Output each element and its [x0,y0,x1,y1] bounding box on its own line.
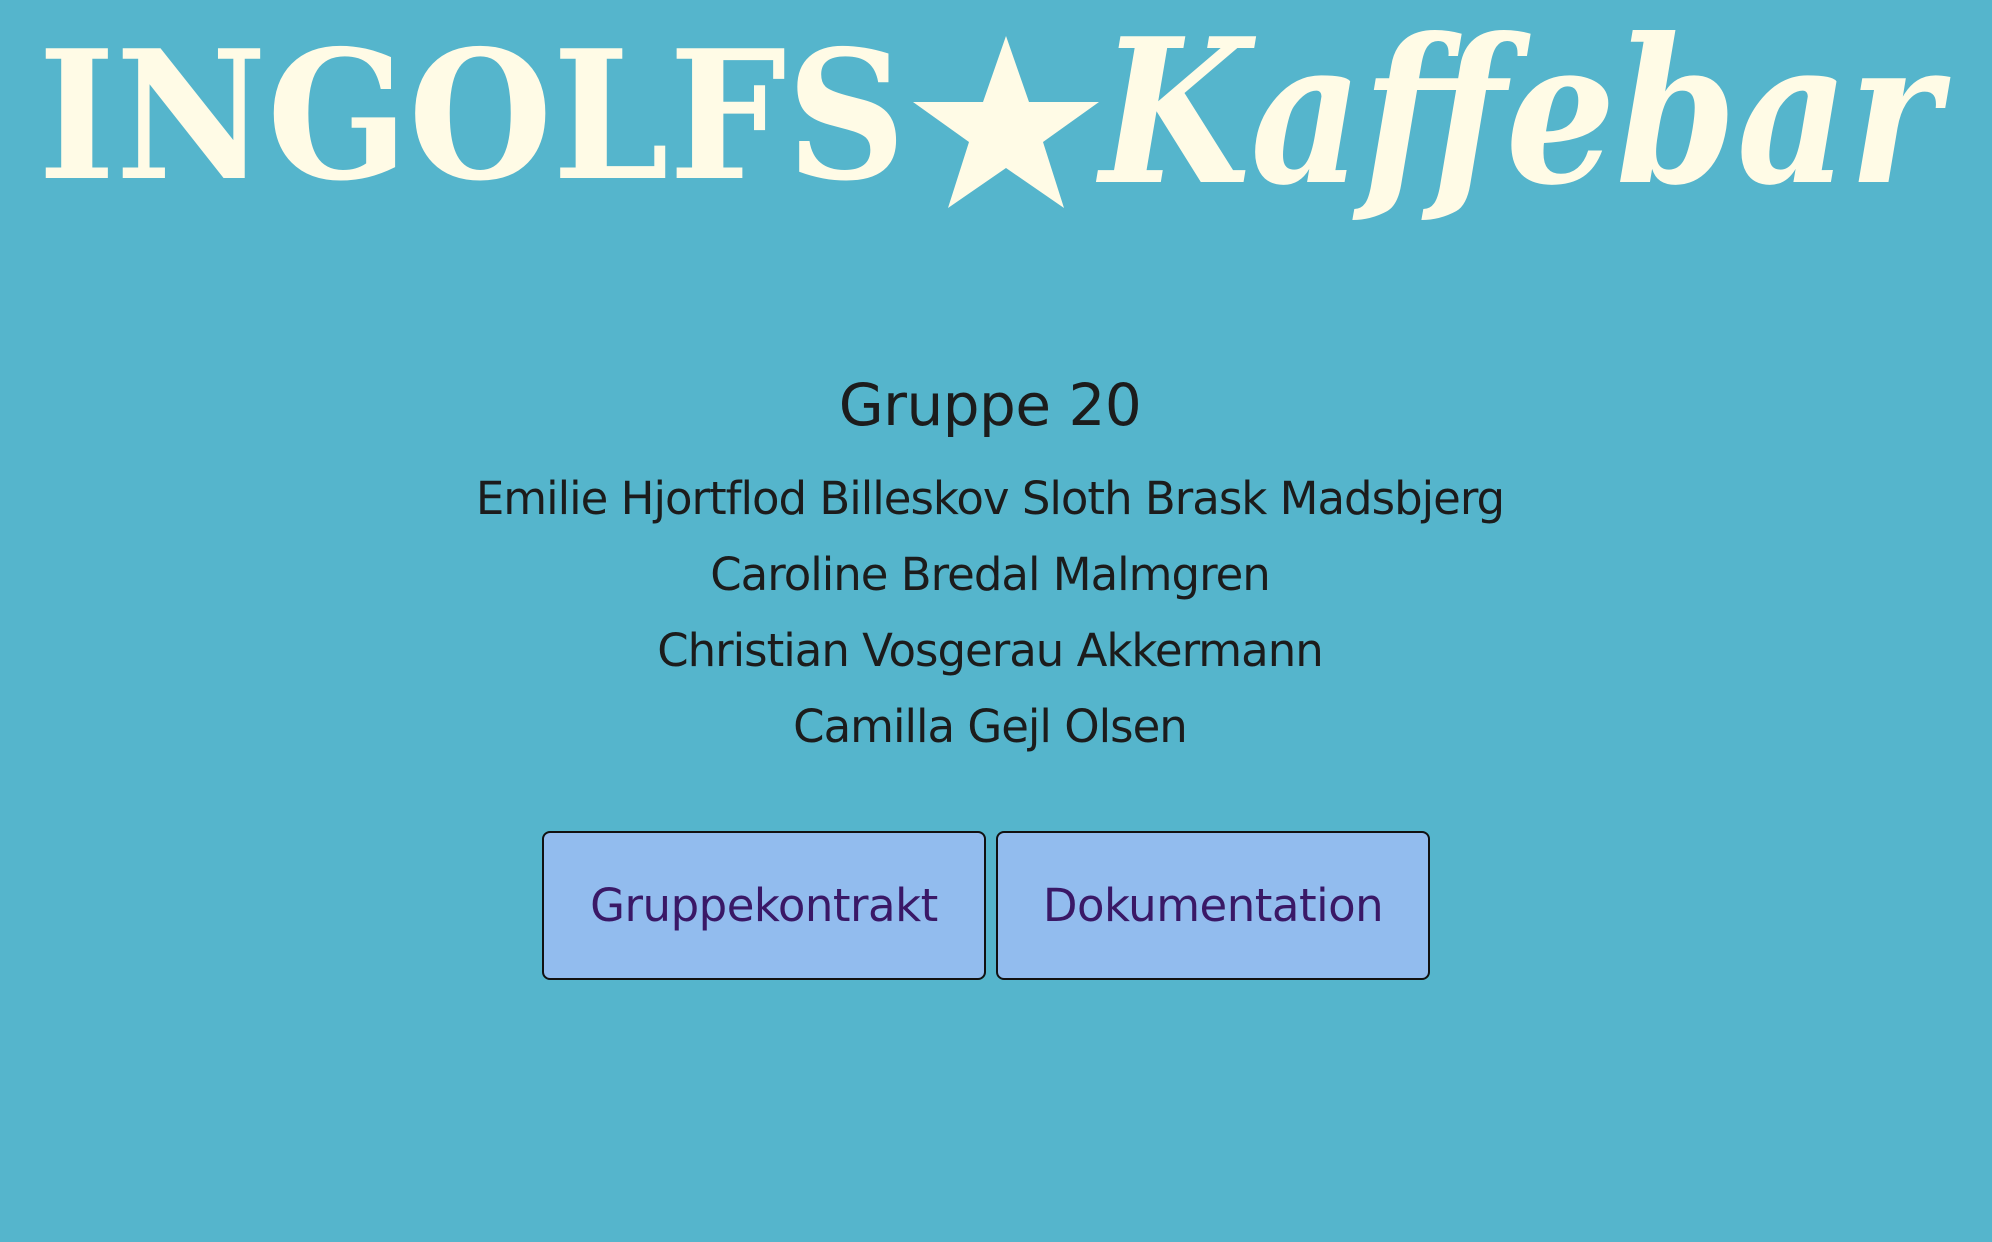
star-icon [913,36,1099,208]
member-name: Camilla Gejl Olsen [793,700,1188,753]
member-name: Emilie Hjortflod Billeskov Sloth Brask M… [475,472,1505,525]
logo-graphic: INGOLFS Kaffebar [38,0,1951,230]
main-content: Gruppe 20 Emilie Hjortflod Billeskov Slo… [0,355,1980,765]
logo-text-ingolfs: INGOLFS [38,11,906,220]
group-contract-button[interactable]: Gruppekontrakt [542,831,986,980]
site-logo: INGOLFS Kaffebar [0,0,1992,250]
documentation-button[interactable]: Dokumentation [996,831,1430,980]
member-name: Caroline Bredal Malmgren [710,548,1271,601]
logo-text-kaffebar: Kaffebar [1096,0,1951,230]
member-name: Christian Vosgerau Akkermann [657,624,1324,677]
member-list: Emilie Hjortflod Billeskov Sloth Brask M… [0,461,1980,765]
button-group: Gruppekontrakt Dokumentation [542,831,1430,980]
page-title: Gruppe 20 [838,371,1142,439]
